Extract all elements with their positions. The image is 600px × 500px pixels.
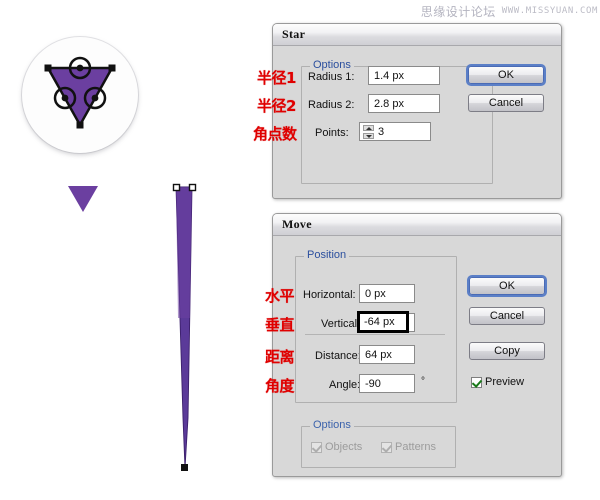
vertical-label: Vertical: (321, 318, 361, 330)
star-dialog-body: Options 半径1 Radius 1: 1.4 px 半径2 Radius … (253, 46, 561, 198)
annotation-radius2: 半径2 (257, 97, 296, 115)
points-label: Points: (315, 127, 349, 139)
radius2-value: 2.8 px (374, 97, 404, 110)
objects-checkbox (311, 441, 322, 453)
purple-down-triangle (68, 186, 98, 212)
watermark-cn-text: 思缘设计论坛 (420, 4, 496, 19)
angle-input[interactable]: -90 (359, 374, 415, 393)
tapered-purple-spike (164, 178, 216, 474)
star-cancel-label: Cancel (488, 97, 524, 109)
distance-label: Distance: (315, 350, 361, 362)
angle-value: -90 (365, 377, 381, 390)
patterns-checkbox (381, 441, 392, 453)
patterns-label: Patterns (395, 441, 436, 453)
preview-checkbox[interactable] (471, 376, 482, 388)
annotation-distance: 距离 (265, 348, 295, 366)
points-stepper[interactable] (363, 125, 374, 139)
preview-label: Preview (485, 376, 525, 388)
triangle-anchor-icon (44, 56, 116, 129)
horizontal-label: Horizontal: (303, 289, 356, 301)
star-options-legend: Options (310, 59, 354, 71)
move-copy-button[interactable]: Copy (469, 342, 545, 360)
distance-input[interactable]: 64 px (359, 345, 415, 364)
annotation-points: 角点数 (253, 125, 297, 143)
angle-label: Angle: (329, 379, 361, 391)
annotation-horizontal: 水平 (265, 287, 295, 305)
watermark: 思缘设计论坛 WWW.MISSYUAN.COM (408, 2, 598, 20)
distance-value: 64 px (365, 348, 392, 361)
vertical-value: -64 px (364, 316, 395, 328)
horizontal-value: 0 px (365, 287, 386, 300)
move-options-legend: Options (310, 419, 354, 431)
star-dialog-titlebar[interactable]: Star (273, 24, 561, 46)
vertical-input[interactable]: -64 px (357, 311, 409, 333)
patterns-checkbox-row: Patterns (381, 441, 436, 453)
move-ok-label: OK (499, 280, 515, 292)
star-dialog-title: Star (282, 27, 306, 41)
stepper-up-icon[interactable] (363, 125, 374, 131)
horizontal-input[interactable]: 0 px (359, 284, 415, 303)
objects-label: Objects (325, 441, 363, 453)
radius1-input[interactable]: 1.4 px (368, 66, 440, 85)
annotation-vertical: 垂直 (265, 316, 295, 334)
star-ok-label: OK (498, 69, 514, 81)
triangle-anchor-preview-card (22, 37, 138, 153)
move-cancel-label: Cancel (489, 310, 525, 322)
star-ok-button[interactable]: OK (468, 66, 544, 84)
move-dialog-body: Position 水平 Horizontal: 0 px 垂直 Vertical… (265, 236, 561, 476)
move-dialog: Move Position 水平 Horizontal: 0 px 垂直 Ver… (265, 213, 562, 477)
star-cancel-button[interactable]: Cancel (468, 94, 544, 112)
watermark-url-text: WWW.MISSYUAN.COM (501, 6, 598, 16)
move-cancel-button[interactable]: Cancel (469, 307, 545, 325)
stepper-down-icon[interactable] (363, 133, 374, 139)
position-divider (305, 334, 445, 335)
points-input[interactable]: 3 (359, 122, 431, 141)
radius2-input[interactable]: 2.8 px (368, 94, 440, 113)
radius1-value: 1.4 px (374, 69, 404, 82)
move-dialog-titlebar[interactable]: Move (273, 214, 561, 236)
move-copy-label: Copy (494, 345, 520, 357)
preview-checkbox-row[interactable]: Preview (471, 376, 524, 388)
radius1-label: Radius 1: (308, 71, 355, 83)
move-ok-button[interactable]: OK (469, 277, 545, 295)
move-dialog-title: Move (282, 217, 312, 231)
points-value: 3 (378, 125, 385, 138)
objects-checkbox-row: Objects (311, 441, 362, 453)
position-legend: Position (304, 249, 350, 261)
annotation-angle: 角度 (265, 377, 295, 395)
annotation-radius1: 半径1 (257, 69, 296, 87)
radius2-label: Radius 2: (308, 99, 355, 111)
star-dialog: Star Options 半径1 Radius 1: 1.4 px 半径2 Ra… (253, 23, 562, 199)
angle-unit: ° (421, 376, 425, 387)
